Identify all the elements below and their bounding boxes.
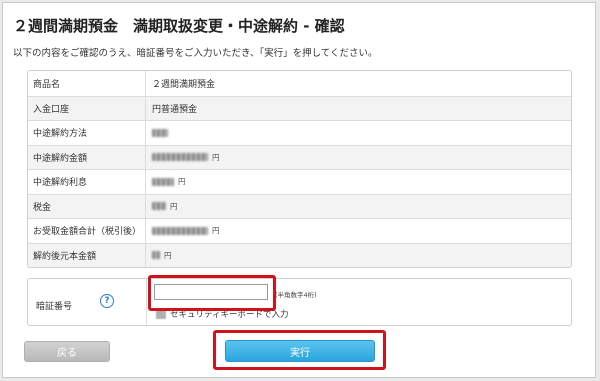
row-label: 入金口座: [28, 96, 146, 120]
table-row: お受取金額合計（税引後） 円: [28, 218, 571, 243]
table-row: 商品名 ２週間満期預金: [28, 71, 571, 96]
table-row: 中途解約利息 円: [28, 169, 571, 194]
currency-unit: 円: [212, 152, 220, 162]
table-row: 税金 円: [28, 193, 571, 218]
currency-unit: 円: [170, 201, 178, 211]
currency-unit: 円: [178, 177, 186, 187]
redacted-value: [152, 128, 168, 137]
row-label: 商品名: [28, 71, 146, 96]
deposit-account-value: 円普通預金: [152, 104, 198, 115]
row-label: お受取金額合計（税引後）: [28, 219, 146, 243]
pin-section: 暗証番号 ? (半角数字4桁) セキュリティキーボードで入力: [27, 278, 572, 326]
redacted-value: [152, 177, 174, 186]
row-label: 中途解約方法: [28, 121, 146, 145]
question-circle-icon[interactable]: ?: [100, 294, 114, 308]
product-name-value: ２週間満期預金: [152, 79, 216, 90]
row-label: 中途解約金額: [28, 145, 146, 169]
page-title: ２週間満期預金 満期取扱変更・中途解約 - 確認: [13, 17, 345, 35]
table-row: 中途解約金額 円: [28, 144, 571, 169]
row-label: 中途解約利息: [28, 170, 146, 194]
pin-format-note: (半角数字4桁): [275, 291, 317, 299]
redacted-value: [152, 153, 208, 162]
currency-unit: 円: [164, 250, 172, 260]
currency-unit: 円: [212, 226, 220, 236]
redacted-value: [152, 251, 160, 260]
redacted-value: [152, 202, 166, 211]
table-row: 中途解約方法: [28, 120, 571, 145]
divider: [146, 279, 147, 325]
pin-highlight-frame: [148, 275, 276, 311]
instruction-text: 以下の内容をご確認のうえ、暗証番号をご入力いただき、「実行」を押してください。: [13, 48, 378, 59]
redacted-value: [152, 226, 208, 235]
details-table: 商品名 ２週間満期預金 入金口座 円普通預金 中途解約方法 中途解約金額 円 中…: [27, 70, 572, 268]
table-row: 入金口座 円普通預金: [28, 95, 571, 120]
back-button[interactable]: 戻る: [24, 341, 110, 362]
execute-highlight-frame: [213, 330, 386, 370]
row-label: 税金: [28, 194, 146, 218]
table-row: 解約後元本金額 円: [28, 242, 571, 267]
pin-label: 暗証番号: [36, 302, 73, 312]
row-label: 解約後元本金額: [28, 243, 146, 267]
